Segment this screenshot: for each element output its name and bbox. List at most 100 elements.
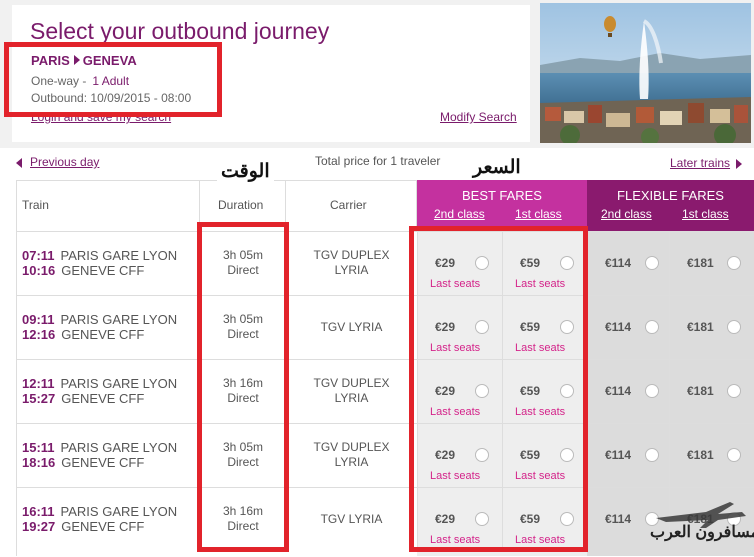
flex-1st-class-fare[interactable]: €181 [669,231,754,295]
chevron-right-icon [736,158,743,169]
arrival-time: 12:16 [22,327,56,342]
table-row: 16:11 PARIS GARE LYON 19:27 GENEVE CFF 3h 16… [16,487,754,551]
site-watermark: المسافرون العرب [646,498,754,552]
header-carrier: Carrier [286,180,417,231]
fare-amount: €114 [605,512,632,526]
fare-radio-button[interactable] [645,384,659,398]
arrival-time: 19:27 [22,519,56,534]
geneva-lake-image [540,3,751,143]
journey-table: Train Duration Carrier BEST FARES 2nd cl… [16,180,754,556]
carrier-cell: TGV LYRIA [286,512,417,527]
fare-amount: €181 [687,384,714,398]
fare-price: €114 [605,320,631,334]
arrival-time: 10:16 [22,263,56,278]
departure-line: 15:11 PARIS GARE LYON [22,440,177,455]
best-2nd-class-tab[interactable]: 2nd class [434,207,485,221]
fare-amount: €114 [605,256,632,270]
carrier-name-line2: LYRIA [334,391,369,405]
fare-price: €181 [687,448,714,462]
flex-1st-class-fare[interactable]: €181 [669,359,754,423]
carrier-cell: TGV DUPLEX LYRIA [286,248,417,278]
carrier-cell: TGV DUPLEX LYRIA [286,440,417,470]
arrival-time: 15:27 [22,391,56,406]
arrival-line: 10:16 GENEVE CFF [22,263,144,278]
modify-search-link[interactable]: Modify Search [440,110,517,124]
fare-amount: €114 [605,448,632,462]
fare-radio-button[interactable] [645,448,659,462]
time-annotation: الوقت [217,160,274,183]
carrier-name-line2: LYRIA [334,263,369,277]
best-1st-class-tab[interactable]: 1st class [515,207,562,221]
fare-price: €114 [605,384,631,398]
fare-radio-button[interactable] [727,448,741,462]
flex-2nd-class-fare[interactable]: €114 [587,231,669,295]
fare-radio-button[interactable] [727,320,741,334]
fare-price: €181 [687,256,714,270]
total-price-note: Total price for 1 traveler [315,154,441,168]
arrival-time: 18:16 [22,455,56,470]
flexible-fares-header: FLEXIBLE FARES 2nd class 1st class [587,180,754,231]
arrival-line: 18:16 GENEVE CFF [22,455,144,470]
departure-station: PARIS GARE LYON [60,248,178,263]
departure-time: 16:11 [22,504,55,519]
carrier-cell: TGV DUPLEX LYRIA [286,376,417,406]
price-annotation: السعر [469,156,525,179]
arrival-station: GENEVE CFF [61,327,145,342]
arrival-station: GENEVE CFF [61,455,145,470]
fare-radio-button[interactable] [727,384,741,398]
fare-radio-button[interactable] [645,320,659,334]
geneva-photo [540,3,751,143]
journey-rows: 07:11 PARIS GARE LYON 10:16 GENEVE CFF 3h 05… [16,231,754,556]
fare-price: €181 [687,384,714,398]
fare-amount: €114 [605,320,632,334]
departure-station: PARIS GARE LYON [60,504,178,519]
departure-line: 09:11 PARIS GARE LYON [22,312,177,327]
departure-station: PARIS GARE LYON [60,440,178,455]
arrival-station: GENEVE CFF [61,391,145,406]
departure-station: PARIS GARE LYON [60,376,178,391]
departure-time: 07:11 [22,248,55,263]
arrival-line: 15:27 GENEVE CFF [22,391,144,406]
table-row: 12:11 PARIS GARE LYON 15:27 GENEVE CFF 3h 16… [16,359,754,423]
arrival-station: GENEVE CFF [61,519,145,534]
carrier-name: TGV LYRIA [320,512,383,526]
flex-2nd-class-fare[interactable]: €114 [587,359,669,423]
previous-day-link[interactable]: Previous day [16,155,99,169]
flex-1st-class-tab[interactable]: 1st class [682,207,729,221]
fare-price: €114 [605,256,631,270]
fare-amount: €181 [687,256,714,270]
departure-time: 09:11 [22,312,55,327]
flex-2nd-class-tab[interactable]: 2nd class [601,207,652,221]
arrival-line: 12:16 GENEVE CFF [22,327,144,342]
departure-time: 15:11 [22,440,55,455]
flex-2nd-class-fare[interactable]: €114 [587,423,669,487]
fare-price: €114 [605,512,631,526]
carrier-name: TGV LYRIA [320,320,383,334]
flex-1st-class-fare[interactable]: €181 [669,423,754,487]
route-highlight-box [4,42,222,117]
fare-price: €114 [605,448,631,462]
carrier-name-line2: LYRIA [334,455,369,469]
departure-station: PARIS GARE LYON [60,312,178,327]
fare-radio-button[interactable] [645,256,659,270]
duration-highlight-box [197,222,289,552]
best-fares-highlight-box [409,226,588,552]
header-train: Train [16,180,200,231]
carrier-cell: TGV LYRIA [286,320,417,335]
flex-1st-class-fare[interactable]: €181 [669,295,754,359]
table-row: 15:11 PARIS GARE LYON 18:16 GENEVE CFF 3h 05… [16,423,754,487]
flex-2nd-class-fare[interactable]: €114 [587,295,669,359]
departure-line: 16:11 PARIS GARE LYON [22,504,177,519]
fare-amount: €181 [687,448,714,462]
table-row: 07:11 PARIS GARE LYON 10:16 GENEVE CFF 3h 05… [16,231,754,295]
later-trains-link[interactable]: Later trains [670,156,743,170]
fare-price: €181 [687,320,714,334]
fare-radio-button[interactable] [727,256,741,270]
table-row: 09:11 PARIS GARE LYON 12:16 GENEVE CFF 3h 05… [16,295,754,359]
best-fares-header: BEST FARES 2nd class 1st class [417,180,587,231]
page-title: Select your outbound journey [30,18,330,44]
departure-line: 12:11 PARIS GARE LYON [22,376,177,391]
fare-amount: €181 [687,320,714,334]
carrier-name: TGV DUPLEX [313,440,390,454]
departure-time: 12:11 [22,376,55,391]
